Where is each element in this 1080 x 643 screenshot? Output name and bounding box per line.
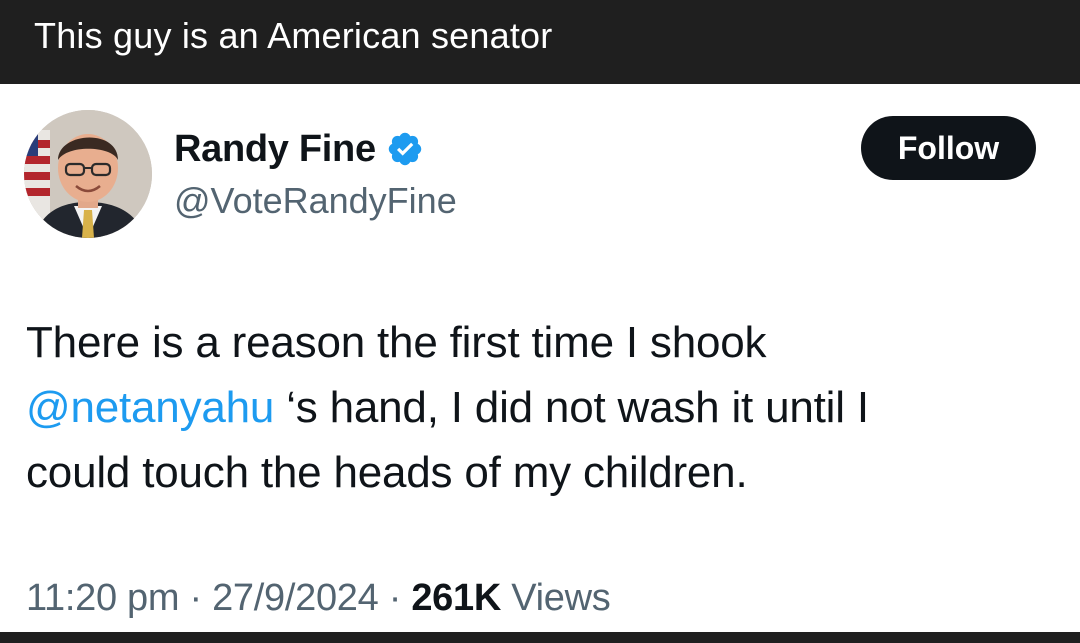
author-name-row: Randy Fine: [174, 126, 424, 172]
tweet-text-line-3: could touch the heads of my children.: [26, 448, 748, 497]
tweet-text-line-1: There is a reason the first time I shook: [26, 318, 767, 367]
views-label: Views: [500, 577, 611, 619]
caption-bar: This guy is an American senator: [0, 0, 1080, 84]
bottom-divider: [0, 632, 1080, 643]
author-display-name[interactable]: Randy Fine: [174, 128, 376, 171]
tweet-time[interactable]: 11:20 pm: [26, 577, 180, 619]
follow-button[interactable]: Follow: [861, 116, 1036, 180]
screenshot: This guy is an American senator Randy Fi…: [0, 0, 1080, 643]
meta-separator: ·: [179, 577, 213, 619]
tweet-text-line-2: @netanyahu ‘s hand, I did not wash it un…: [26, 375, 1056, 440]
author-handle[interactable]: @VoteRandyFine: [174, 180, 457, 222]
mention-link[interactable]: @netanyahu: [26, 383, 274, 432]
views-count: 261K: [411, 577, 501, 619]
verified-badge-icon[interactable]: [386, 130, 424, 168]
tweet-date[interactable]: 27/9/2024: [212, 577, 379, 619]
meta-separator: ·: [378, 577, 412, 619]
author-avatar[interactable]: [24, 110, 152, 238]
tweet-text: There is a reason the first time I shook…: [26, 310, 1056, 505]
tweet-meta: 11:20 pm · 27/9/2024 · 261K Views: [26, 572, 611, 624]
avatar-image: [24, 110, 152, 238]
caption-text: This guy is an American senator: [34, 15, 553, 56]
tweet-text-line-2-rest: ‘s hand, I did not wash it until I: [274, 383, 869, 432]
